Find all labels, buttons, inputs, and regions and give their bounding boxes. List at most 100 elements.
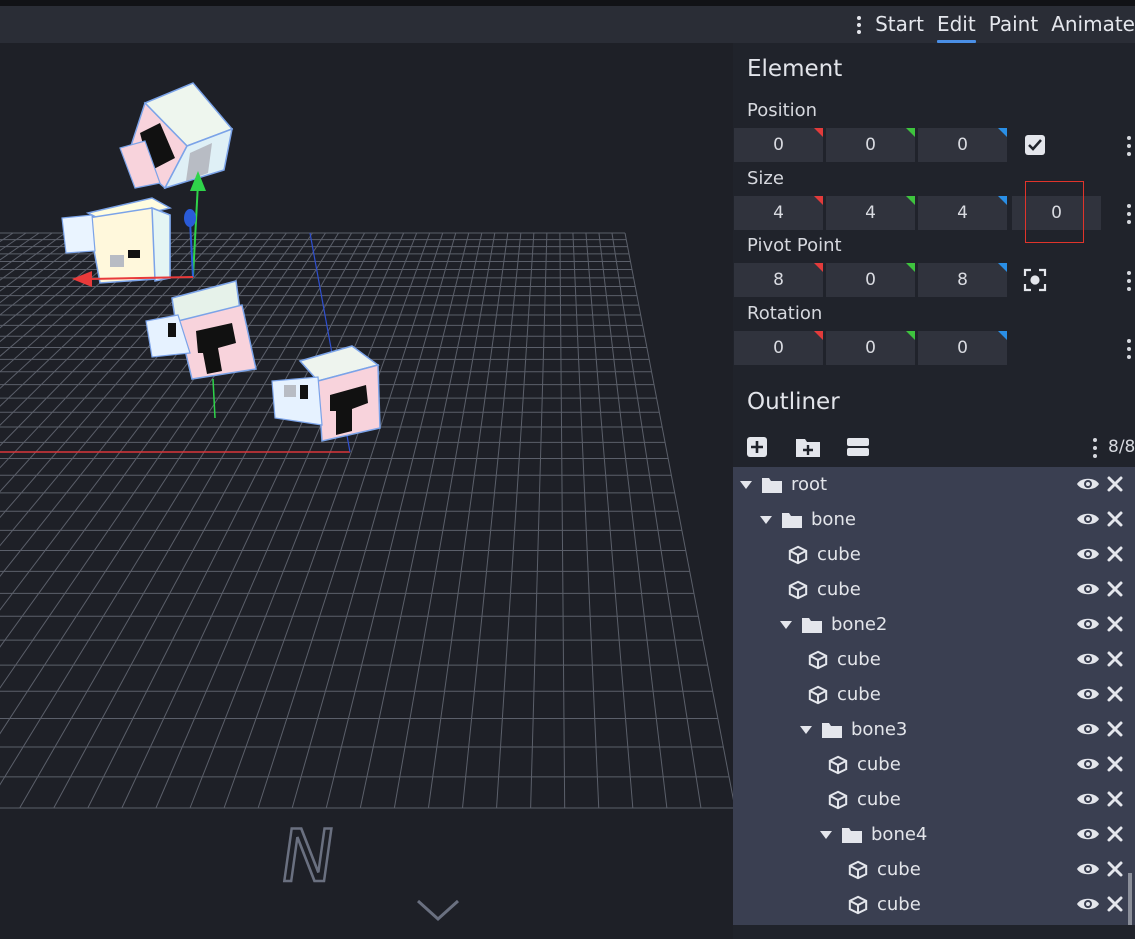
visibility-eye-icon[interactable] (1076, 790, 1100, 808)
size-z-value: 4 (957, 203, 968, 223)
size-x-value: 4 (773, 203, 784, 223)
add-group-icon[interactable] (795, 435, 821, 459)
outliner-list[interactable]: root bone cube cube bone2 cube cube bone3 cube cu… (733, 467, 1135, 925)
position-z-value: 0 (957, 135, 968, 155)
outliner-cube-row[interactable]: cube (733, 537, 1135, 572)
position-z-input[interactable]: 0 (918, 128, 1007, 162)
outliner-group-row[interactable]: bone4 (733, 817, 1135, 852)
outliner-group-row[interactable]: bone (733, 502, 1135, 537)
visibility-eye-icon[interactable] (1076, 685, 1100, 703)
visibility-eye-icon[interactable] (1076, 615, 1100, 633)
pivot-label: Pivot Point (747, 235, 842, 256)
outliner-cube-row[interactable]: cube (733, 677, 1135, 712)
pivot-x-input[interactable]: 8 (734, 263, 823, 297)
rotation-y-input[interactable]: 0 (826, 331, 915, 365)
visibility-eye-icon[interactable] (1076, 895, 1100, 913)
expand-caret-icon[interactable] (739, 480, 753, 490)
grid-line (462, 232, 522, 809)
grid-line (0, 232, 157, 373)
remove-x-icon[interactable] (1106, 860, 1124, 878)
visibility-eye-icon[interactable] (1076, 860, 1100, 878)
add-cube-icon[interactable] (745, 435, 769, 459)
folder-icon (782, 512, 802, 528)
expand-caret-icon[interactable] (759, 515, 773, 525)
checkbox-checked-icon (1025, 135, 1045, 155)
outliner-group-row[interactable]: bone2 (733, 607, 1135, 642)
expand-caret-icon[interactable] (799, 725, 813, 735)
visibility-eye-icon[interactable] (1076, 755, 1100, 773)
compass-n-label: N (275, 815, 341, 899)
remove-x-icon[interactable] (1106, 755, 1124, 773)
outliner-menu-kebab-icon[interactable] (1093, 438, 1099, 458)
size-x-input[interactable]: 4 (734, 196, 823, 230)
outliner-group-row[interactable]: bone3 (733, 712, 1135, 747)
remove-x-icon[interactable] (1106, 475, 1124, 493)
folder-icon (762, 477, 782, 493)
tab-edit[interactable]: Edit (936, 12, 976, 43)
remove-x-icon[interactable] (1106, 545, 1124, 563)
3d-viewport[interactable]: N (0, 43, 733, 939)
position-x-input[interactable]: 0 (734, 128, 823, 162)
visibility-eye-icon[interactable] (1076, 545, 1100, 563)
tab-animate[interactable]: Animate (1051, 12, 1135, 38)
remove-x-icon[interactable] (1106, 895, 1124, 913)
expand-caret-icon[interactable] (779, 620, 793, 630)
rotation-z-input[interactable]: 0 (918, 331, 1007, 365)
visibility-eye-icon[interactable] (1076, 650, 1100, 668)
remove-x-icon[interactable] (1106, 650, 1124, 668)
position-y-input[interactable]: 0 (826, 128, 915, 162)
outliner-cube-row[interactable]: cube (733, 642, 1135, 677)
outliner-title: Outliner (747, 389, 840, 415)
pivot-y-input[interactable]: 0 (826, 263, 915, 297)
tab-paint[interactable]: Paint (989, 12, 1039, 38)
tab-start[interactable]: Start (875, 12, 924, 38)
pivot-x-value: 8 (773, 270, 784, 290)
size-y-value: 4 (865, 203, 876, 223)
pivot-menu-kebab-icon[interactable] (1127, 271, 1133, 291)
grid-line (359, 232, 483, 809)
rotation-x-input[interactable]: 0 (734, 331, 823, 365)
position-menu-kebab-icon[interactable] (1127, 136, 1133, 156)
grid-line (0, 232, 40, 261)
size-menu-kebab-icon[interactable] (1127, 204, 1133, 224)
visibility-eye-icon[interactable] (1076, 580, 1100, 598)
expand-caret-icon[interactable] (819, 830, 833, 840)
outliner-node-label: cube (817, 544, 861, 565)
cube-icon (828, 790, 848, 809)
outliner-cube-row[interactable]: cube (733, 572, 1135, 607)
remove-x-icon[interactable] (1106, 580, 1124, 598)
center-pivot-button[interactable] (1018, 263, 1052, 297)
size-y-input[interactable]: 4 (826, 196, 915, 230)
grid-line (0, 232, 105, 316)
outliner-cube-row[interactable]: cube (733, 887, 1135, 922)
outliner-cube-row[interactable]: cube (733, 852, 1135, 887)
cube-model-2[interactable] (61, 197, 173, 284)
mode-menu-kebab-icon[interactable] (851, 15, 867, 35)
outliner-node-label: root (791, 474, 828, 495)
remove-x-icon[interactable] (1106, 825, 1124, 843)
outliner-node-label: bone4 (871, 824, 928, 845)
collapse-icon[interactable] (846, 435, 870, 459)
position-y-value: 0 (865, 135, 876, 155)
outliner-node-label: cube (877, 894, 921, 915)
outliner-cube-row[interactable]: cube (733, 747, 1135, 782)
remove-x-icon[interactable] (1106, 685, 1124, 703)
remove-x-icon[interactable] (1106, 510, 1124, 528)
outliner-group-row[interactable]: root (733, 467, 1135, 502)
cube-model-1[interactable] (119, 82, 234, 190)
remove-x-icon[interactable] (1106, 615, 1124, 633)
outliner-cube-row[interactable]: cube (733, 782, 1135, 817)
visibility-eye-icon[interactable] (1076, 825, 1100, 843)
visibility-eye-icon[interactable] (1076, 510, 1100, 528)
outliner-scrollbar[interactable] (1128, 873, 1132, 925)
pivot-z-input[interactable]: 8 (918, 263, 1007, 297)
rotation-menu-kebab-icon[interactable] (1127, 339, 1133, 359)
size-z-input[interactable]: 4 (918, 196, 1007, 230)
visibility-eye-icon[interactable] (1076, 475, 1100, 493)
remove-x-icon[interactable] (1106, 720, 1124, 738)
size-label: Size (747, 168, 784, 189)
remove-x-icon[interactable] (1106, 790, 1124, 808)
position-checkbox[interactable] (1018, 128, 1052, 162)
element-panel-title: Element (747, 56, 843, 82)
visibility-eye-icon[interactable] (1076, 720, 1100, 738)
